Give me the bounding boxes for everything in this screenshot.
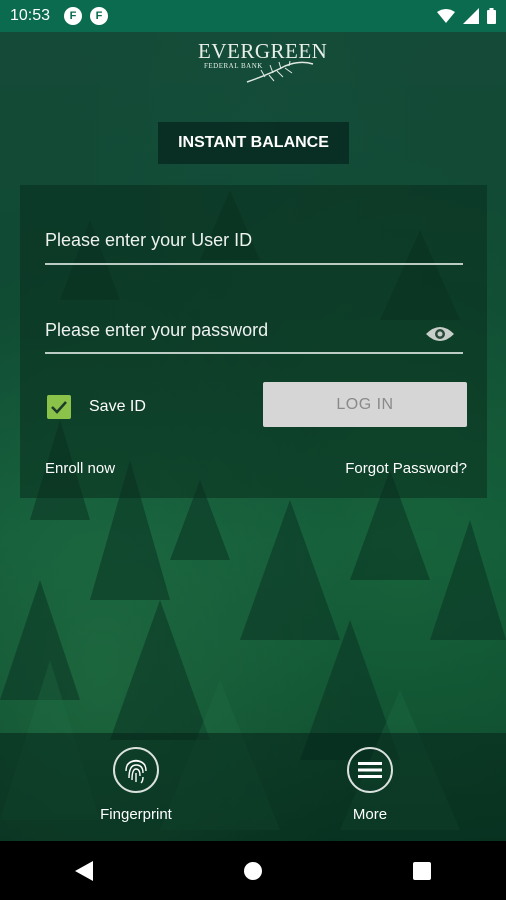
menu-icon[interactable] xyxy=(347,747,393,793)
checkmark-icon xyxy=(51,401,67,414)
evergreen-logo: EVERGREEN FEDERAL BANK xyxy=(190,39,328,92)
battery-icon xyxy=(487,8,496,24)
fingerprint-label: Fingerprint xyxy=(100,806,172,823)
android-nav-bar xyxy=(0,841,506,900)
more-label: More xyxy=(352,806,388,823)
wifi-icon xyxy=(437,9,455,23)
login-button[interactable]: LOG IN xyxy=(263,382,467,427)
app-notification-icon: F xyxy=(64,7,83,25)
password-field[interactable]: Please enter your password xyxy=(45,320,463,354)
instant-balance-button[interactable]: INSTANT BALANCE xyxy=(158,122,349,164)
password-placeholder: Please enter your password xyxy=(45,320,269,340)
userid-placeholder: Please enter your User ID xyxy=(45,230,253,250)
save-id-checkbox[interactable] xyxy=(47,395,71,419)
signal-icon xyxy=(463,8,479,24)
recents-icon[interactable] xyxy=(392,851,452,891)
app-notification-icon-2: F xyxy=(90,7,109,25)
status-time: 10:53 xyxy=(10,7,51,24)
bottom-action-bar: Fingerprint More xyxy=(0,733,506,841)
userid-field[interactable]: Please enter your User ID xyxy=(45,230,463,265)
more-button[interactable]: More xyxy=(310,747,430,823)
forgot-password-link[interactable]: Forgot Password? xyxy=(345,460,467,477)
fingerprint-icon[interactable] xyxy=(113,747,159,793)
enroll-now-link[interactable]: Enroll now xyxy=(45,460,115,477)
fingerprint-button[interactable]: Fingerprint xyxy=(76,747,196,823)
show-password-eye-icon[interactable] xyxy=(425,324,455,344)
tree-branch-icon xyxy=(246,60,314,83)
status-bar: 10:53 F F xyxy=(0,0,506,32)
save-id-label[interactable]: Save ID xyxy=(89,398,146,416)
back-icon[interactable] xyxy=(54,851,114,891)
login-panel: Please enter your User ID Please enter y… xyxy=(20,185,487,498)
home-icon[interactable] xyxy=(223,851,283,891)
logo-name: EVERGREEN xyxy=(198,39,328,63)
